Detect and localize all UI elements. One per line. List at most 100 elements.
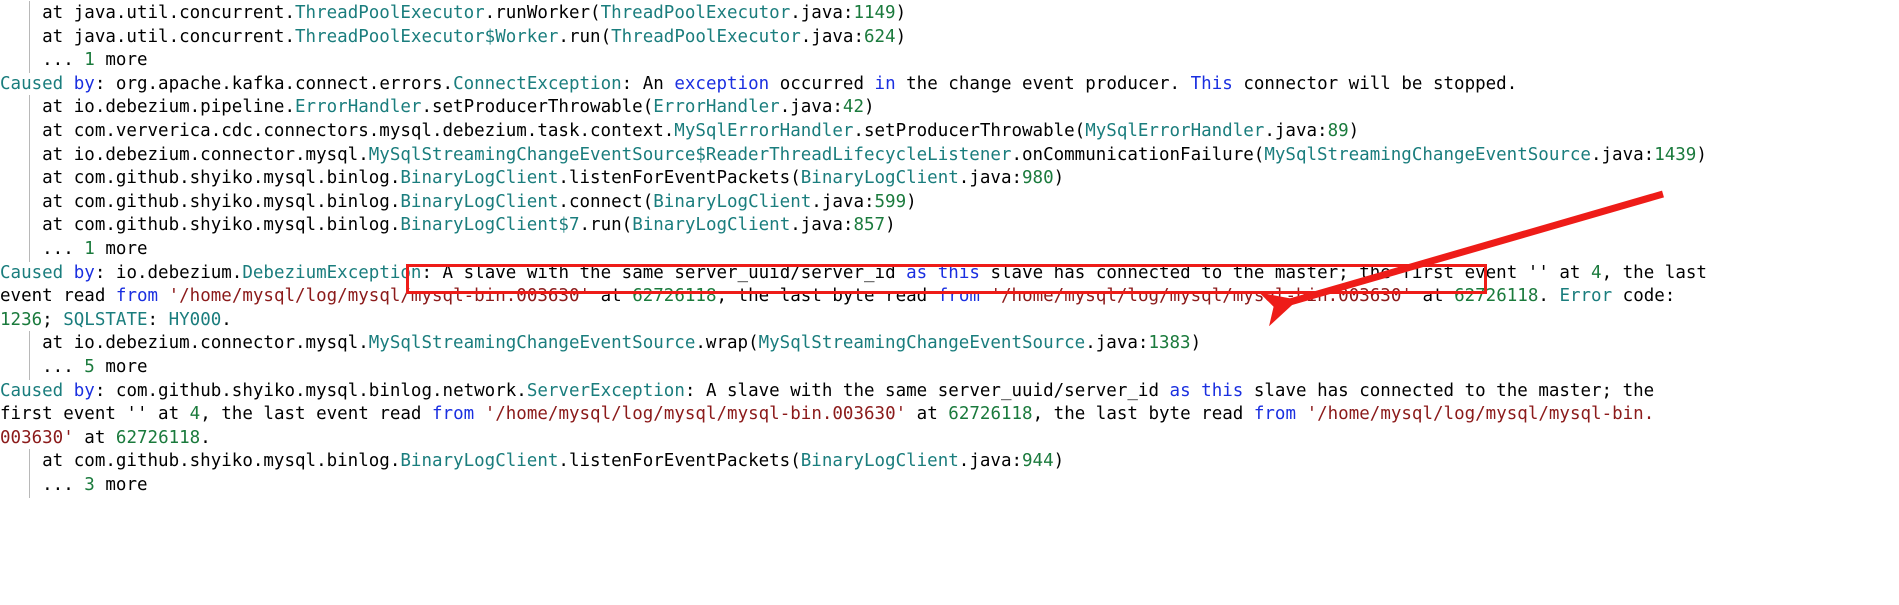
log-token-plain: more	[94, 238, 148, 259]
log-token-plain: ...	[0, 474, 85, 495]
log-token-plain: at	[590, 286, 633, 307]
log-token-kw: this	[937, 262, 980, 283]
log-token-kw: as	[1169, 380, 1191, 401]
log-token-plain: .setProducerThrowable(	[853, 120, 1086, 141]
log-token-cls: DebeziumException	[242, 262, 422, 283]
log-token-plain: .setProducerThrowable(	[421, 97, 654, 118]
log-token-plain	[1296, 404, 1307, 424]
log-token-plain: .java:	[790, 215, 854, 236]
log-token-cls: BinaryLogClient$7	[400, 215, 580, 236]
log-token-plain: , the last byte read	[1032, 404, 1254, 425]
log-line: at com.github.shyiko.mysql.binlog.Binary…	[0, 166, 1899, 191]
log-token-plain: .java:	[779, 97, 843, 118]
log-token-caused: Caused	[0, 380, 64, 401]
log-token-plain	[63, 74, 74, 94]
log-token-cls: BinaryLogClient	[653, 191, 812, 212]
log-token-plain: more	[94, 50, 148, 71]
log-token-num: 62726118	[632, 286, 717, 307]
log-token-kw: as	[906, 262, 928, 283]
log-token-str: '/home/mysql/log/mysql/mysql-bin.	[1306, 404, 1655, 425]
log-token-plain: occurred	[769, 73, 875, 94]
log-token-plain: at io.debezium.connector.mysql.	[0, 333, 369, 354]
log-line: at io.debezium.pipeline.ErrorHandler.set…	[0, 95, 1899, 120]
log-token-cls: ThreadPoolExecutor	[611, 26, 801, 47]
log-token-plain: : com.github.shyiko.mysql.binlog.network…	[94, 380, 527, 401]
log-token-cls: BinaryLogClient	[400, 451, 559, 472]
log-token-kw: from	[1253, 404, 1297, 425]
log-token-kw: by	[73, 380, 95, 401]
log-token-plain: first event '' at	[0, 404, 190, 425]
log-token-caused: Caused	[0, 262, 64, 283]
log-token-plain	[927, 263, 938, 283]
log-token-cls: MySqlStreamingChangeEventSource$ReaderTh…	[368, 144, 1012, 165]
log-token-plain: more	[94, 356, 148, 377]
log-token-cls: BinaryLogClient	[632, 215, 791, 236]
log-text-area[interactable]: at java.util.concurrent.ThreadPoolExecut…	[0, 0, 1899, 498]
log-token-plain: at com.github.shyiko.mysql.binlog.	[0, 168, 401, 189]
log-token-cls: ErrorHandler	[295, 97, 422, 118]
log-line: at com.github.shyiko.mysql.binlog.Binary…	[0, 189, 1899, 215]
log-token-kw: by	[73, 262, 95, 283]
log-token-plain: )	[895, 3, 907, 23]
log-token-plain: .java:	[958, 168, 1023, 189]
log-token-plain: :	[147, 309, 169, 330]
log-token-plain: ...	[0, 356, 85, 377]
log-token-plain: ...	[0, 238, 85, 259]
log-line: Caused by: com.github.shyiko.mysql.binlo…	[0, 380, 1899, 404]
log-line: at com.ververica.cdc.connectors.mysql.de…	[0, 118, 1899, 144]
log-line: 1236; SQLSTATE: HY000.	[0, 309, 1899, 333]
log-token-num: 89	[1327, 120, 1349, 141]
log-token-plain: at com.github.shyiko.mysql.binlog.	[0, 191, 401, 212]
log-token-plain: the change event producer.	[895, 73, 1191, 94]
log-token-num: 1	[84, 50, 95, 71]
log-token-num: 599	[874, 191, 907, 212]
log-token-plain	[1191, 381, 1202, 401]
log-line: at com.github.shyiko.mysql.binlog.Binary…	[0, 449, 1899, 474]
log-token-plain: at	[1411, 286, 1455, 307]
log-token-plain: at java.util.concurrent.	[0, 26, 296, 47]
log-token-cls: BinaryLogClient	[400, 191, 559, 212]
log-token-caused: Caused	[0, 73, 64, 94]
log-token-cls: SQLSTATE	[63, 309, 148, 330]
log-token-plain	[63, 381, 74, 401]
log-token-kw: exception	[674, 73, 770, 94]
log-token-cls: Error	[1559, 286, 1613, 307]
log-token-plain: : A slave with the same server_uuid/serv…	[684, 380, 1170, 401]
log-token-plain: .	[221, 309, 232, 330]
log-token-num: 980	[1022, 168, 1054, 189]
log-token-cls: MySqlErrorHandler	[674, 120, 854, 141]
log-token-plain: ...	[0, 50, 85, 71]
log-token-plain: : io.debezium.	[94, 262, 243, 283]
log-token-cls: BinaryLogClient	[400, 168, 559, 189]
log-token-kw: in	[874, 73, 896, 94]
log-token-cls: ConnectException	[453, 73, 622, 94]
log-line: at io.debezium.connector.mysql.MySqlStre…	[0, 142, 1899, 168]
log-token-plain: .onCommunicationFailure(	[1011, 144, 1265, 165]
log-token-plain: ;	[42, 309, 64, 330]
log-token-plain: event read	[0, 286, 116, 307]
log-token-plain: at io.debezium.connector.mysql.	[0, 144, 369, 165]
log-token-plain: )	[906, 191, 917, 212]
log-token-plain: .java:	[1264, 120, 1328, 141]
log-token-plain: .java:	[1085, 333, 1149, 354]
log-token-cls: ThreadPoolExecutor	[600, 3, 791, 23]
log-token-num: 3	[84, 474, 95, 495]
log-token-plain: at com.github.shyiko.mysql.binlog.	[0, 451, 401, 472]
log-token-kw: from	[937, 286, 980, 307]
log-token-plain	[980, 286, 991, 306]
log-line: Caused by: org.apache.kafka.connect.erro…	[0, 73, 1899, 97]
log-token-plain	[158, 286, 169, 306]
log-token-plain: slave has connected to the master; the f…	[979, 262, 1592, 283]
log-token-cls: ThreadPoolExecutor$Worker	[295, 26, 559, 47]
log-token-kw: this	[1201, 380, 1244, 401]
log-token-str: 003630'	[0, 427, 74, 448]
log-token-plain: , the last byte read	[716, 286, 938, 307]
log-token-plain: .java:	[1590, 144, 1655, 165]
log-token-plain: .java:	[790, 3, 854, 23]
log-token-plain: : org.apache.kafka.connect.errors.	[94, 73, 454, 94]
log-token-num: 4	[1591, 262, 1602, 283]
log-line: ... 1 more	[0, 48, 1899, 73]
log-token-num: 1149	[853, 3, 896, 23]
log-token-cls: BinaryLogClient	[800, 451, 959, 472]
log-token-plain: )	[895, 26, 907, 47]
